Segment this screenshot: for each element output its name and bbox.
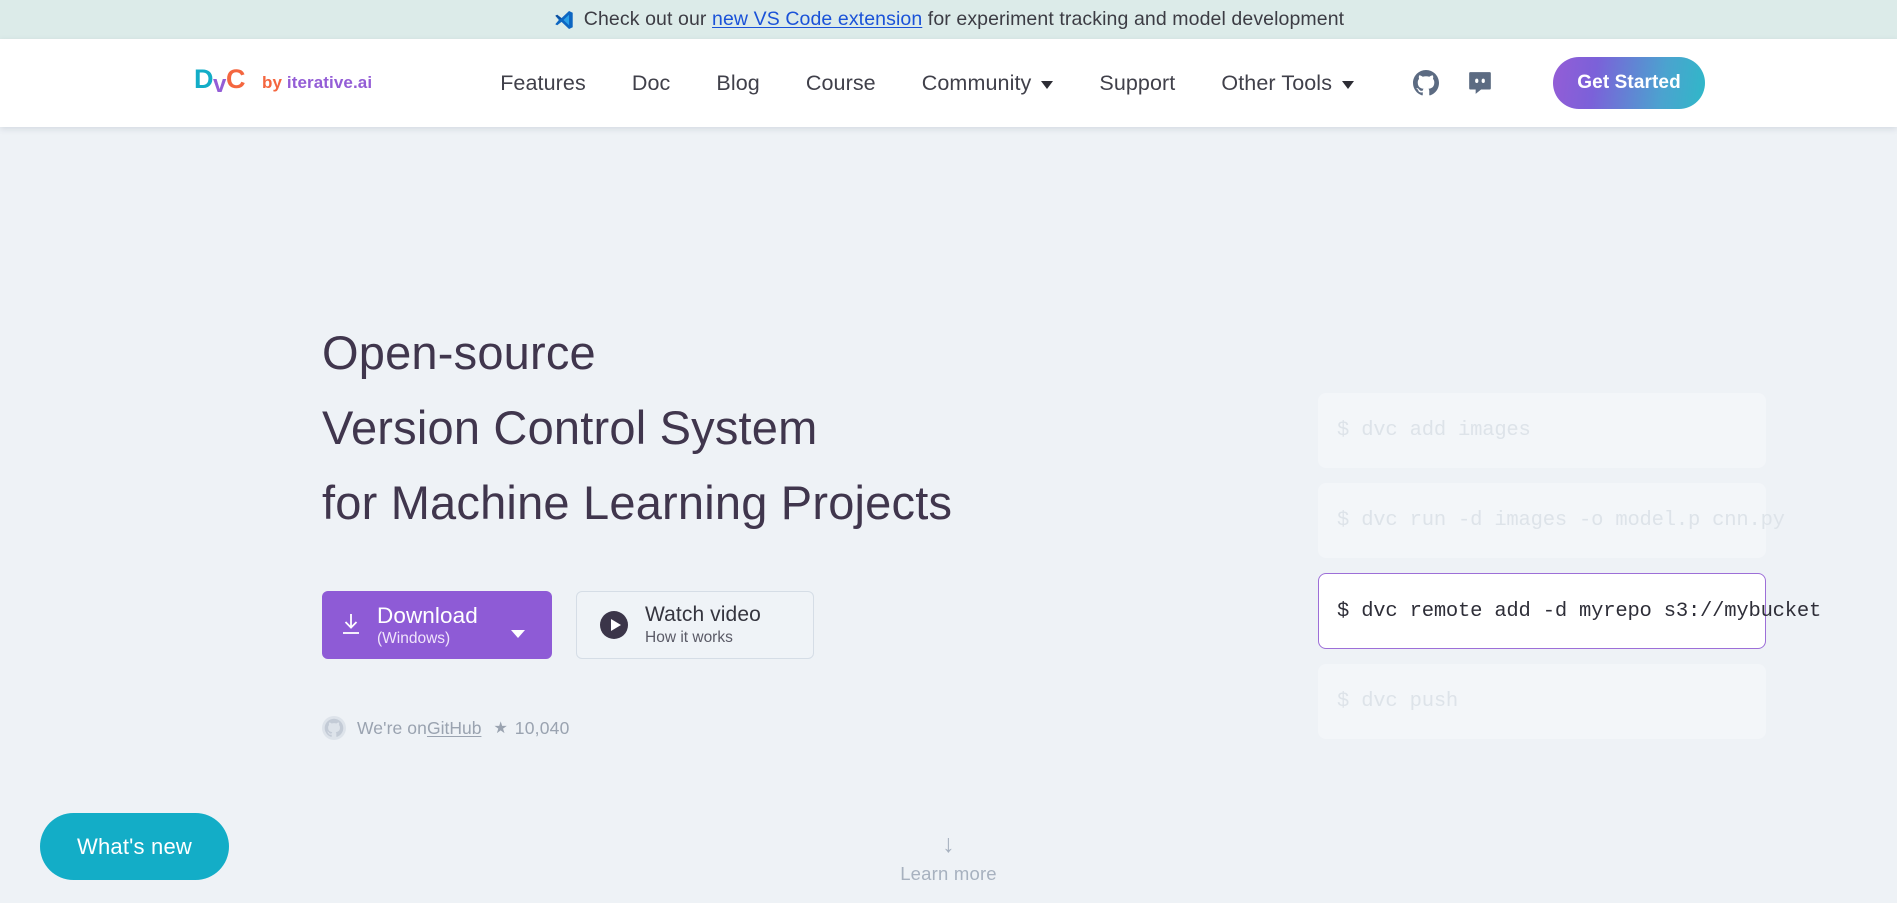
terminal-command-list: $ dvc add images $ dvc run -d images -o … — [1318, 315, 1821, 754]
svg-text:C: C — [226, 64, 246, 94]
nav-item-features[interactable]: Features — [477, 71, 609, 96]
headline-line-2: Version Control System — [322, 401, 818, 454]
chevron-down-icon[interactable] — [511, 630, 525, 638]
terminal-command-4[interactable]: $ dvc push — [1318, 664, 1766, 739]
arrow-down-icon: ↓ — [942, 830, 955, 858]
nav-item-community[interactable]: Community — [899, 71, 1077, 96]
nav-item-doc[interactable]: Doc — [609, 71, 694, 96]
logo-tagline: by iterative.ai — [262, 73, 372, 93]
vscode-icon — [553, 9, 575, 31]
whats-new-button[interactable]: What's new — [40, 813, 229, 880]
logo-tagline-brand: iterative.ai — [286, 73, 373, 92]
watch-labels: Watch video How it works — [645, 602, 761, 648]
main-navbar: D v C by iterative.ai Features Doc Blog … — [0, 39, 1897, 127]
download-platform: (Windows) — [377, 629, 451, 647]
star-icon: ★ — [493, 720, 508, 737]
hero-section: Open-source Version Control System for M… — [0, 127, 1897, 903]
banner-message: Check out our new VS Code extension for … — [584, 8, 1344, 31]
nav-item-label: Community — [921, 70, 1032, 95]
github-star-count: 10,040 — [514, 717, 570, 738]
nav-item-label: Blog — [716, 70, 760, 95]
nav-item-label: Doc — [631, 70, 671, 95]
logo-home-link[interactable]: D v C by iterative.ai — [194, 61, 372, 106]
nav-icon-group — [1413, 70, 1493, 96]
download-button[interactable]: Download (Windows) — [322, 591, 552, 659]
download-icon — [339, 612, 363, 638]
hero-left-column: Open-source Version Control System for M… — [322, 315, 1122, 754]
headline-line-1: Open-source — [322, 326, 596, 379]
chevron-down-icon — [1041, 80, 1054, 89]
svg-text:D: D — [194, 64, 214, 94]
learn-more-label: Learn more — [900, 863, 997, 884]
logo-tagline-prefix: by — [262, 73, 287, 92]
terminal-command-2[interactable]: $ dvc run -d images -o model.p cnn.py — [1318, 483, 1785, 558]
banner-text-before: Check out our — [583, 8, 707, 30]
watch-video-button[interactable]: Watch video How it works — [576, 591, 814, 659]
svg-text:v: v — [213, 71, 227, 98]
nav-item-other-tools[interactable]: Other Tools — [1198, 71, 1377, 96]
nav-item-blog[interactable]: Blog — [693, 71, 782, 96]
nav-links: Features Doc Blog Course Community Suppo… — [477, 71, 1377, 96]
announcement-banner: Check out our new VS Code extension for … — [0, 0, 1897, 39]
hero-cta-row: Download (Windows) Watch video How it wo… — [322, 591, 1122, 659]
nav-item-label: Features — [500, 70, 586, 95]
nav-item-label: Other Tools — [1221, 70, 1333, 95]
headline-line-3: for Machine Learning Projects — [322, 476, 953, 529]
nav-item-label: Support — [1099, 70, 1176, 95]
nav-item-support[interactable]: Support — [1076, 71, 1198, 96]
vs-code-extension-link[interactable]: new VS Code extension — [712, 8, 922, 30]
github-link[interactable]: GitHub — [427, 718, 481, 739]
page-title: Open-source Version Control System for M… — [322, 315, 1122, 540]
github-icon — [322, 716, 346, 740]
hero-content: Open-source Version Control System for M… — [0, 127, 1897, 754]
discord-icon[interactable] — [1467, 70, 1493, 96]
get-started-button[interactable]: Get Started — [1553, 57, 1706, 109]
chevron-down-icon — [1342, 80, 1355, 89]
nav-item-label: Course — [805, 70, 876, 95]
play-icon — [599, 610, 629, 640]
nav-item-course[interactable]: Course — [783, 71, 899, 96]
banner-text-after: for experiment tracking and model develo… — [927, 8, 1345, 30]
github-stars-row: We're on GitHub ★ 10,040 — [322, 716, 1122, 740]
download-title: Download — [377, 602, 478, 628]
terminal-command-1[interactable]: $ dvc add images — [1318, 393, 1766, 468]
github-prefix-text: We're on — [357, 717, 427, 738]
watch-video-title: Watch video — [645, 603, 761, 627]
download-labels: Download (Windows) — [377, 603, 478, 648]
learn-more-scroll-hint[interactable]: ↓ Learn more — [900, 832, 997, 885]
watch-video-subtitle: How it works — [645, 629, 733, 647]
terminal-command-3-active[interactable]: $ dvc remote add -d myrepo s3://mybucket — [1318, 573, 1821, 649]
github-icon[interactable] — [1413, 70, 1440, 96]
dvc-logo-icon: D v C — [194, 61, 248, 106]
